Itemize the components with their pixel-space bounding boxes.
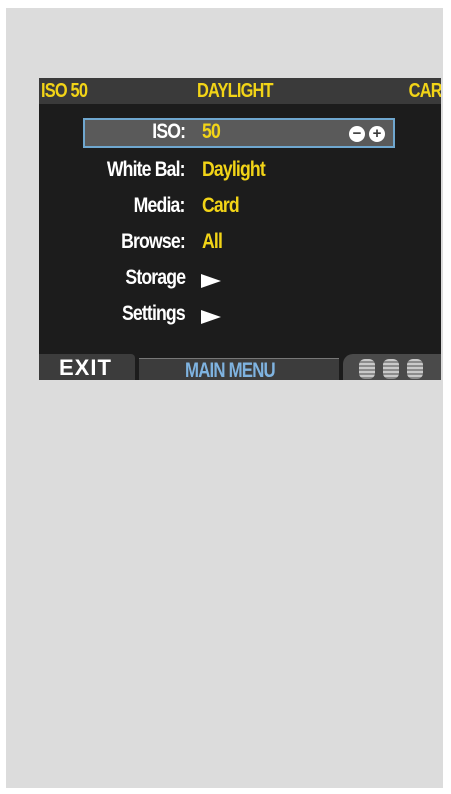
submenu-arrow-icon bbox=[201, 274, 221, 288]
menu-item-label: Media: bbox=[134, 194, 186, 217]
dial-icon bbox=[407, 359, 423, 379]
menu-item-storage[interactable]: Storage bbox=[39, 262, 441, 298]
menu-item-label: ISO: bbox=[152, 120, 186, 143]
dial-icon bbox=[359, 359, 375, 379]
menu-item-white-balance[interactable]: White Bal: Daylight bbox=[39, 154, 441, 190]
menu-item-value: All bbox=[202, 230, 223, 253]
menu-item-label: Settings bbox=[122, 302, 186, 325]
iso-stepper[interactable]: − + bbox=[349, 126, 389, 142]
menu-item-settings[interactable]: Settings bbox=[39, 298, 441, 334]
status-iso: ISO 50 bbox=[41, 80, 88, 102]
plus-circle-icon[interactable]: + bbox=[369, 126, 385, 142]
menu-item-label: Browse: bbox=[121, 230, 186, 253]
dial-icon bbox=[383, 359, 399, 379]
dial-controls bbox=[343, 354, 441, 380]
status-bar: ISO 50 DAYLIGHT CARD bbox=[39, 78, 441, 104]
menu-title-bar: MAIN MENU bbox=[139, 358, 339, 380]
footer-bar: EXIT MAIN MENU bbox=[39, 352, 441, 380]
menu-item-browse[interactable]: Browse: All bbox=[39, 226, 441, 262]
status-media: CARD bbox=[408, 80, 441, 102]
menu-title: MAIN MENU bbox=[185, 359, 276, 380]
menu-item-label: Storage bbox=[125, 266, 186, 289]
menu-item-media[interactable]: Media: Card bbox=[39, 190, 441, 226]
camera-lcd-screen: ISO 50 DAYLIGHT CARD ISO: 50 − + White B… bbox=[39, 78, 441, 380]
status-white-balance: DAYLIGHT bbox=[197, 80, 274, 102]
menu-item-value: Card bbox=[202, 194, 240, 217]
minus-circle-icon[interactable]: − bbox=[349, 126, 365, 142]
menu-item-iso[interactable]: ISO: 50 − + bbox=[39, 118, 441, 154]
exit-label: EXIT bbox=[59, 355, 112, 380]
menu-item-value: 50 bbox=[202, 120, 221, 143]
page-background: ISO 50 DAYLIGHT CARD ISO: 50 − + White B… bbox=[6, 8, 443, 788]
menu-item-label: White Bal: bbox=[107, 158, 186, 181]
menu-item-value: Daylight bbox=[202, 158, 266, 181]
submenu-arrow-icon bbox=[201, 310, 221, 324]
exit-button[interactable]: EXIT bbox=[39, 354, 135, 380]
